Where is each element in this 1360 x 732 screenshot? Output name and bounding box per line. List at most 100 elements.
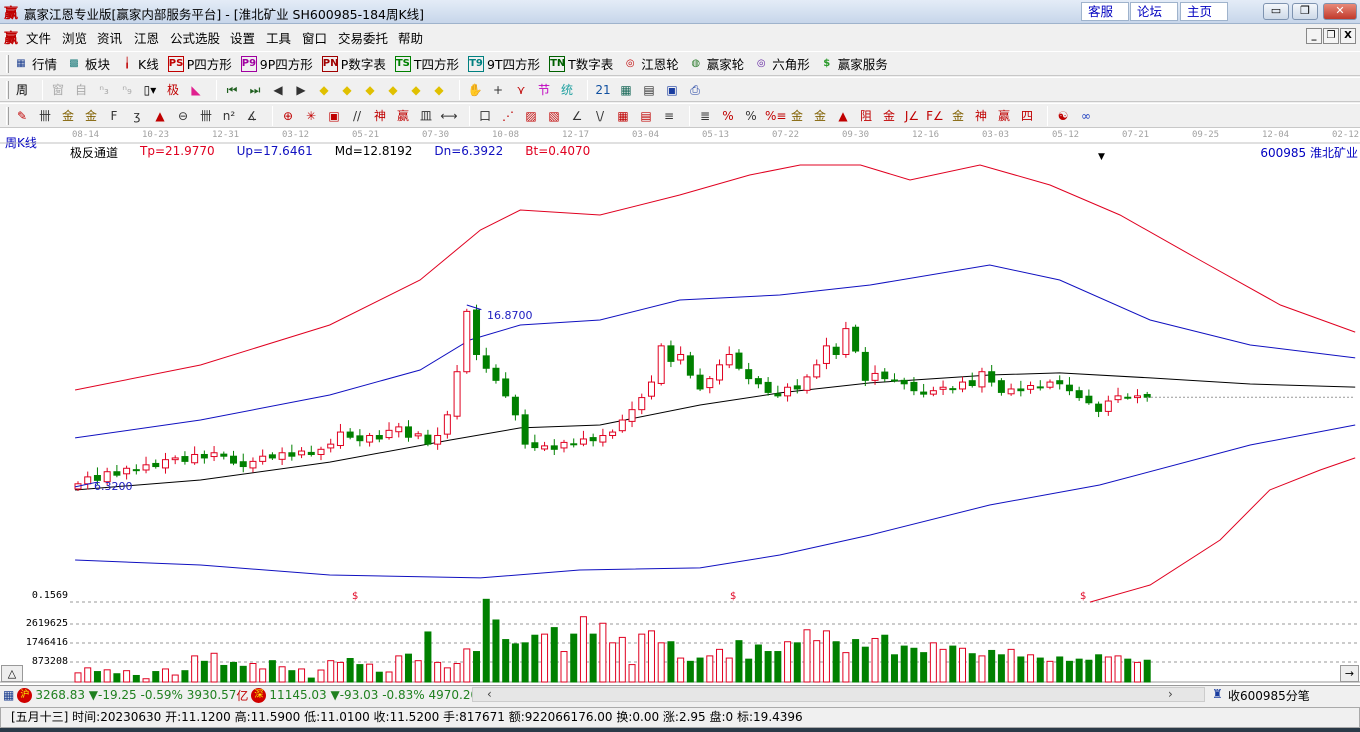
god-icon[interactable]: 神: [371, 107, 389, 125]
menu-item[interactable]: 资讯: [97, 28, 122, 47]
pen-icon[interactable]: ✎: [13, 107, 31, 125]
fan-lines-icon[interactable]: ∠: [568, 107, 586, 125]
menu-item[interactable]: 工具: [266, 28, 291, 47]
scroll-right-icon[interactable]: ›: [1168, 687, 1173, 701]
left-icon[interactable]: ◀: [269, 81, 287, 99]
child-close-button[interactable]: X: [1340, 28, 1356, 44]
j-fan-icon[interactable]: J∠: [903, 107, 921, 125]
draw-icon[interactable]: ⋎: [512, 81, 530, 99]
gold-line-icon[interactable]: 金: [880, 107, 898, 125]
calculator-icon[interactable]: ▦: [617, 81, 635, 99]
toolbar-button[interactable]: T9 9T四方形: [467, 54, 540, 73]
toolbar-button[interactable]: ╽ K线: [119, 54, 159, 73]
toolbar-button[interactable]: ▦ 行情: [13, 54, 57, 73]
n2-icon[interactable]: n²: [220, 107, 238, 125]
cycle-icon[interactable]: 卌: [197, 107, 215, 125]
home-link[interactable]: 主页: [1180, 2, 1228, 21]
god-fan-icon[interactable]: 神∠: [972, 107, 990, 141]
win-icon[interactable]: 赢: [394, 107, 412, 125]
gann-circle-icon[interactable]: ⊕: [279, 107, 297, 125]
stats-icon[interactable]: 统: [558, 81, 576, 99]
menu-item[interactable]: 交易委托: [338, 28, 388, 47]
grid-diag-icon[interactable]: ▤: [637, 107, 655, 125]
parallel-icon[interactable]: //: [348, 107, 366, 125]
fan-icon[interactable]: ⋰: [499, 107, 517, 125]
time-grid-icon[interactable]: 皿: [417, 107, 435, 125]
percent-icon[interactable]: %: [742, 107, 760, 125]
gold-split2-icon[interactable]: 金: [82, 107, 100, 125]
menu-item[interactable]: 浏览: [62, 28, 87, 47]
marker-icon[interactable]: ▲: [151, 107, 169, 125]
gold-circle-icon[interactable]: 金: [788, 107, 806, 125]
calendar-icon[interactable]: 21: [594, 81, 612, 99]
candle-type-icon[interactable]: ▯▾: [141, 81, 159, 99]
minimize-button[interactable]: ▭: [1263, 3, 1289, 20]
extreme-icon[interactable]: 极: [164, 81, 182, 99]
period-selector-icon[interactable]: 周▾: [13, 81, 31, 115]
shift-right-icon[interactable]: ◆: [338, 81, 356, 99]
notes-icon[interactable]: ▤: [640, 81, 658, 99]
toolbar-button[interactable]: PS P四方形: [167, 54, 232, 73]
last-icon[interactable]: ⏭: [246, 81, 264, 99]
box-icon[interactable]: 口: [476, 107, 494, 125]
menu-item[interactable]: 帮助: [398, 28, 423, 47]
lines-icon[interactable]: 卌: [36, 107, 54, 125]
child-restore-button[interactable]: ❐: [1323, 28, 1339, 44]
zoom-all-icon[interactable]: ◆: [430, 81, 448, 99]
expand-icon[interactable]: ◆: [361, 81, 379, 99]
toolbar-button[interactable]: ▩ 板块: [66, 54, 110, 73]
restore-button[interactable]: ❐: [1292, 3, 1318, 20]
scroll-left-icon[interactable]: ‹: [487, 687, 492, 701]
child-minimize-button[interactable]: _: [1306, 28, 1322, 44]
four-fan-icon[interactable]: 四∠: [1018, 107, 1036, 141]
print-icon[interactable]: ⎙: [686, 81, 704, 99]
toolbar-button[interactable]: TN T数字表: [549, 54, 613, 73]
menu-item[interactable]: 江恩: [134, 28, 159, 47]
forum-link[interactable]: 论坛: [1130, 2, 1178, 21]
receive-ticks-label[interactable]: 收600985分笔: [1228, 687, 1310, 704]
star-icon[interactable]: ✳: [302, 107, 320, 125]
save-icon[interactable]: ▣: [663, 81, 681, 99]
fan-box-icon[interactable]: ▨: [522, 107, 540, 125]
square-icon[interactable]: ▣: [325, 107, 343, 125]
scroll-right-button[interactable]: →: [1340, 665, 1359, 682]
gold-split-icon[interactable]: 金: [59, 107, 77, 125]
grid-red-icon[interactable]: ▦: [614, 107, 632, 125]
ticker-scrollbar[interactable]: ‹ ›: [472, 687, 1205, 702]
menu-item[interactable]: 设置: [230, 28, 255, 47]
toolbar-button[interactable]: ◎ 六角形: [753, 54, 810, 73]
fan-box2-icon[interactable]: ▧: [545, 107, 563, 125]
shift-left-icon[interactable]: ◆: [315, 81, 333, 99]
fibo-icon[interactable]: F: [105, 107, 123, 125]
win-fan-icon[interactable]: 赢∠: [995, 107, 1013, 141]
f-fan-icon[interactable]: F∠: [926, 107, 944, 125]
hand-icon[interactable]: ✋: [466, 81, 484, 99]
menu-item[interactable]: 文件: [26, 28, 51, 47]
pattern-icon[interactable]: 窗: [49, 81, 67, 99]
circle-icon[interactable]: ⊖: [174, 107, 192, 125]
menu-item[interactable]: 窗口: [302, 28, 327, 47]
range-icon[interactable]: ⟷: [440, 107, 458, 125]
support-link[interactable]: 客服: [1081, 2, 1129, 21]
shrink-icon[interactable]: ◆: [384, 81, 402, 99]
close-button[interactable]: ✕: [1323, 3, 1357, 20]
toolbar-button[interactable]: P9 9P四方形: [240, 54, 313, 73]
toolbar-button[interactable]: ◍ 赢家轮: [688, 54, 744, 73]
crosshair-icon[interactable]: +: [489, 81, 507, 99]
zoom-v-icon[interactable]: ◆: [407, 81, 425, 99]
angle-icon[interactable]: ∡: [243, 107, 261, 125]
gold-fan-icon[interactable]: 金∠: [949, 107, 967, 141]
toolbar-button[interactable]: $ 赢家服务: [819, 54, 888, 73]
grid-icon[interactable]: ▦: [3, 688, 14, 702]
right-icon[interactable]: ▶: [292, 81, 310, 99]
expand-panel-button[interactable]: △: [1, 665, 23, 682]
n9-icon[interactable]: ⁿ₉: [118, 81, 136, 99]
pen-level-icon[interactable]: ▲: [834, 107, 852, 125]
toolbar-button[interactable]: TS T四方形: [394, 54, 459, 73]
ruler-icon[interactable]: ≣: [696, 107, 714, 125]
infinity-icon[interactable]: ∞: [1077, 107, 1095, 125]
yinyang-icon[interactable]: ☯: [1054, 107, 1072, 125]
resistance-icon[interactable]: 阻: [857, 107, 875, 125]
percent-levels-icon[interactable]: %≡: [765, 107, 786, 125]
self-icon[interactable]: 自: [72, 81, 90, 99]
